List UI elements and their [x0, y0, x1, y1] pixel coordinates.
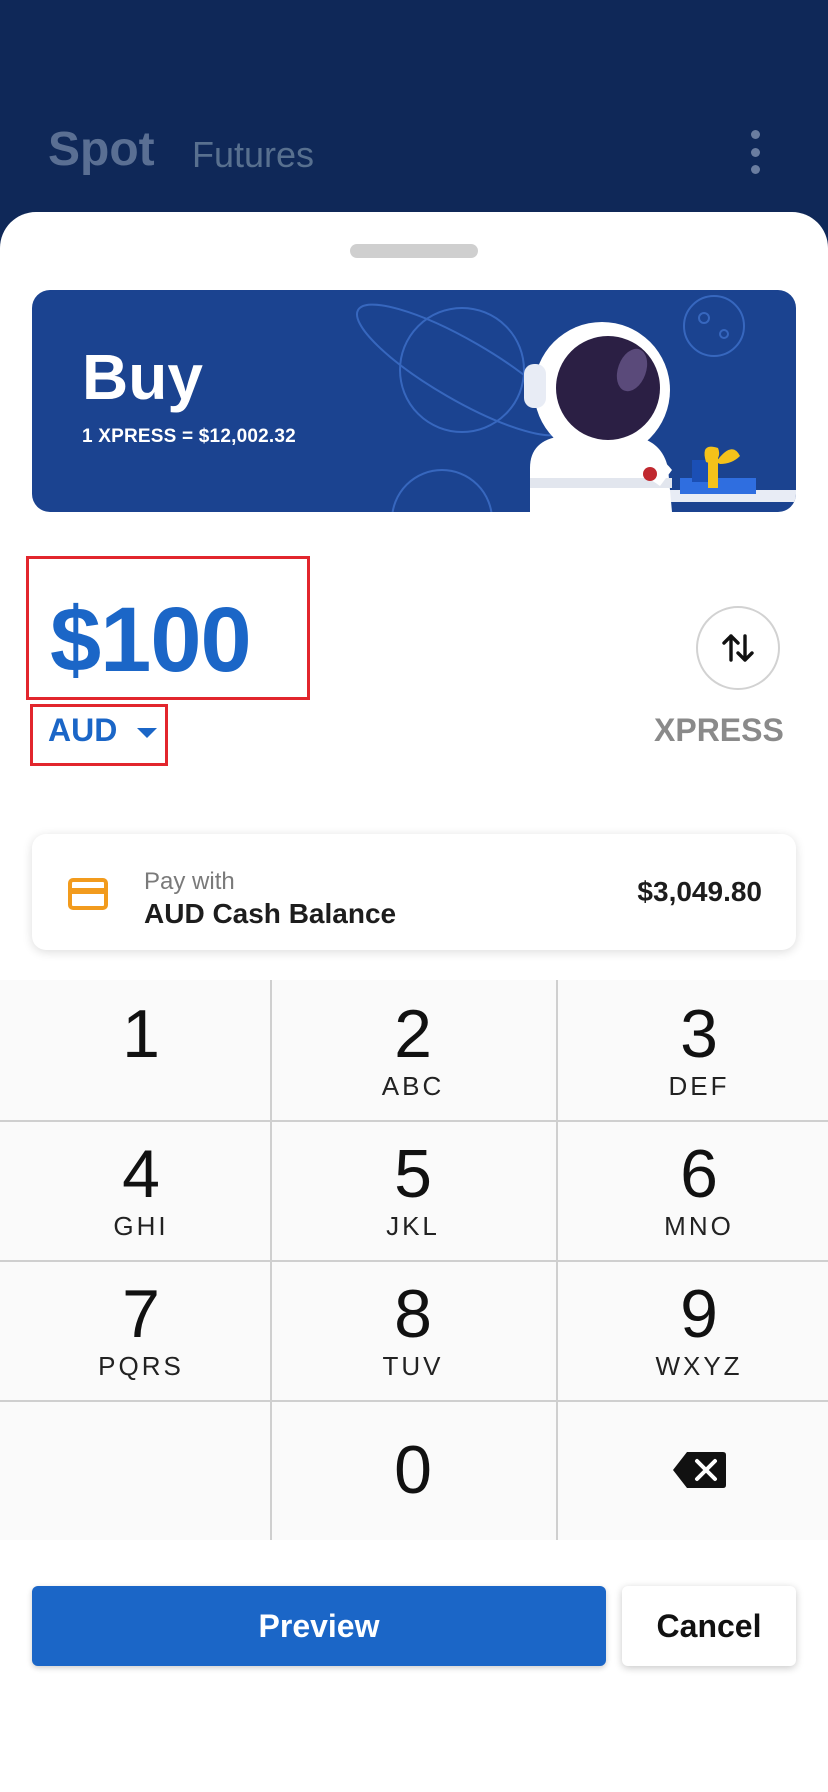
key-0[interactable]: 0 — [278, 1400, 548, 1540]
key-digit: 4 — [122, 1136, 160, 1212]
key-digit: 5 — [394, 1136, 432, 1212]
currency-selector[interactable]: AUD — [48, 712, 158, 749]
backspace-icon — [673, 1452, 726, 1488]
payment-source: AUD Cash Balance — [144, 898, 397, 929]
chevron-down-icon — [137, 727, 158, 738]
key-digit: 0 — [394, 1432, 432, 1508]
pay-with-caption: Pay with — [144, 868, 235, 895]
top-bar: Spot Futures — [0, 0, 828, 230]
credit-card-icon — [68, 878, 108, 910]
swap-button[interactable] — [696, 606, 780, 690]
buy-banner: Buy 1 XPRESS = $12,002.32 — [32, 290, 796, 512]
key-digit: 1 — [122, 996, 160, 1072]
banner-title: Buy — [82, 341, 203, 413]
key-letters: DEF — [668, 1071, 730, 1101]
currency-label: AUD — [48, 712, 118, 748]
buy-sheet: Buy 1 XPRESS = $12,002.32 $100 AUD XPRES… — [0, 212, 828, 1792]
key-letters: ABC — [381, 1071, 445, 1101]
key-digit: 2 — [394, 996, 432, 1072]
sheet-drag-handle[interactable] — [350, 244, 478, 258]
key-digit: 3 — [680, 996, 718, 1072]
payment-method-card[interactable]: Pay with AUD Cash Balance $3,049.80 — [32, 834, 796, 950]
key-3[interactable]: 3 DEF — [564, 980, 828, 1120]
key-backspace[interactable] — [564, 1400, 828, 1540]
key-5[interactable]: 5 JKL — [278, 1120, 548, 1260]
key-digit: 6 — [680, 1136, 718, 1212]
key-letters: GHI — [113, 1211, 169, 1241]
key-2[interactable]: 2 ABC — [278, 980, 548, 1120]
key-letters: WXYZ — [655, 1351, 743, 1381]
key-6[interactable]: 6 MNO — [564, 1120, 828, 1260]
cancel-button[interactable]: Cancel — [622, 1586, 796, 1666]
key-letters: TUV — [382, 1351, 444, 1381]
key-digit: 8 — [394, 1276, 432, 1352]
key-letters: PQRS — [98, 1351, 184, 1381]
exchange-rate: 1 XPRESS = $12,002.32 — [82, 426, 296, 447]
key-7[interactable]: 7 PQRS — [6, 1260, 276, 1400]
key-empty — [6, 1400, 276, 1540]
key-4[interactable]: 4 GHI — [6, 1120, 276, 1260]
key-letters: JKL — [386, 1211, 440, 1241]
key-digit: 9 — [680, 1276, 718, 1352]
tab-futures[interactable]: Futures — [192, 134, 314, 176]
key-9[interactable]: 9 WXYZ — [564, 1260, 828, 1400]
numeric-keypad: 1 2 ABC 3 DEF 4 GHI 5 JKL 6 MNO 7 PQRS 8 — [0, 980, 828, 1540]
key-letters: MNO — [664, 1211, 734, 1241]
key-digit: 7 — [122, 1276, 160, 1352]
amount-value[interactable]: $100 — [50, 588, 252, 693]
key-1[interactable]: 1 — [6, 980, 276, 1120]
preview-button[interactable]: Preview — [32, 1586, 606, 1666]
key-8[interactable]: 8 TUV — [278, 1260, 548, 1400]
payment-balance: $3,049.80 — [637, 876, 762, 907]
target-asset-label: XPRESS — [654, 712, 784, 748]
swap-vertical-icon — [722, 634, 754, 662]
tab-spot[interactable]: Spot — [48, 122, 155, 177]
more-vertical-icon[interactable] — [740, 130, 770, 174]
